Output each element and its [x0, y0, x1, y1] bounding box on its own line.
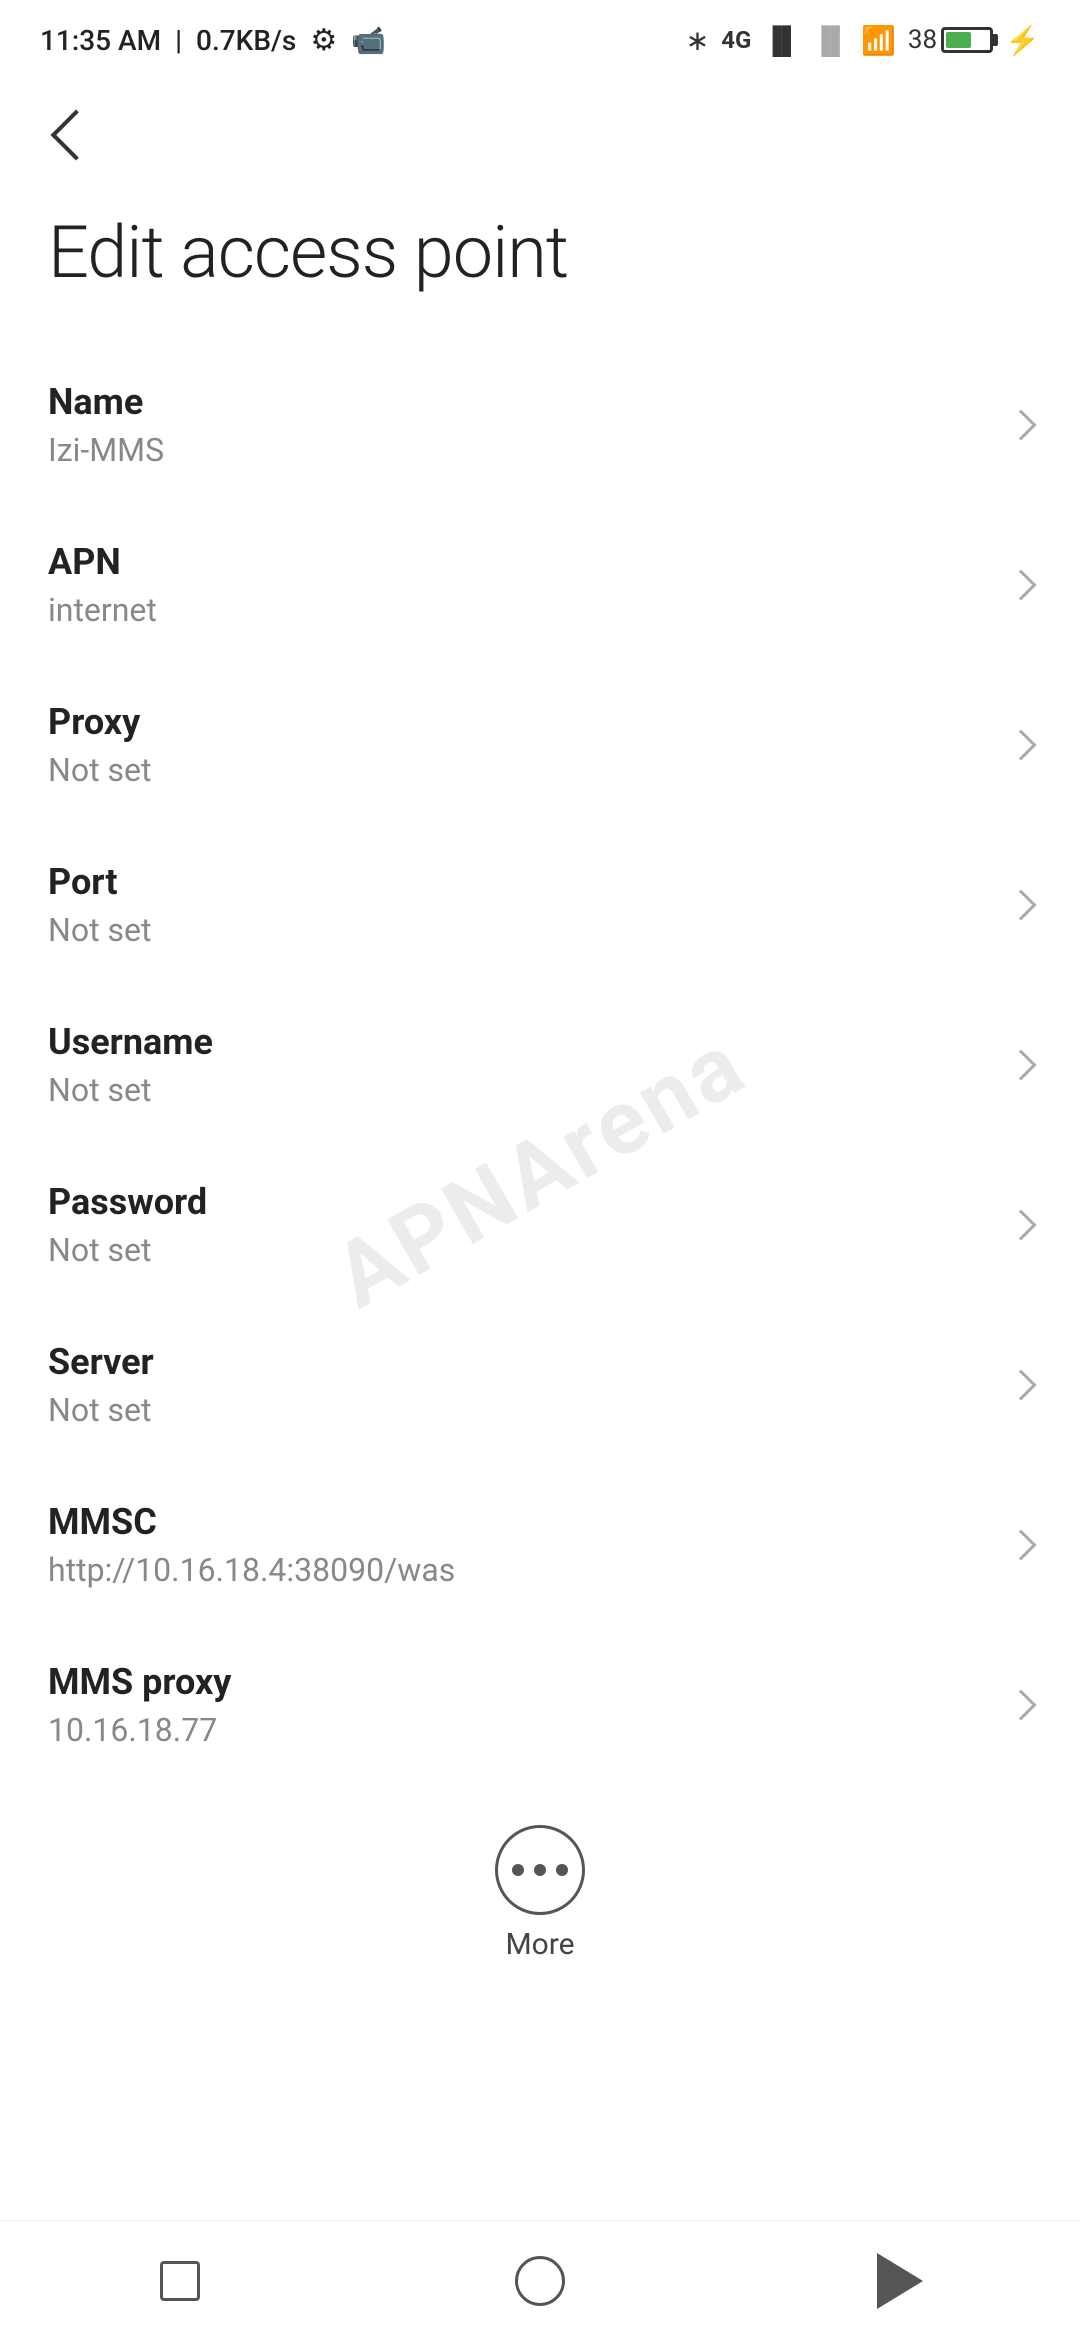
- top-nav: [0, 80, 1080, 190]
- page-title-section: Edit access point: [0, 190, 1080, 345]
- status-bar: 11:35 AM | 0.7KB/s ⚙ 📹 ∗ 4G ▐▌ ▐▌ 📶 38 ⚡: [0, 0, 1080, 80]
- status-left: 11:35 AM | 0.7KB/s ⚙ 📹: [40, 23, 386, 58]
- settings-item-content-username: Username Not set: [48, 1021, 213, 1109]
- settings-value-proxy: Not set: [48, 751, 151, 789]
- settings-item-content-port: Port Not set: [48, 861, 151, 949]
- settings-item-content-mms-proxy: MMS proxy 10.16.18.77: [48, 1661, 231, 1749]
- status-right: ∗ 4G ▐▌ ▐▌ 📶 38 ⚡: [686, 24, 1040, 57]
- separator: |: [175, 24, 182, 57]
- settings-icon: ⚙: [310, 23, 337, 58]
- settings-label-mmsc: MMSC: [48, 1501, 455, 1543]
- settings-label-apn: APN: [48, 541, 157, 583]
- chevron-right-icon-server: [1005, 1369, 1036, 1400]
- bluetooth-icon: ∗: [686, 24, 709, 57]
- settings-item-content-password: Password Not set: [48, 1181, 207, 1269]
- settings-item-content-mmsc: MMSC http://10.16.18.4:38090/was: [48, 1501, 455, 1589]
- settings-label-name: Name: [48, 381, 164, 423]
- settings-label-username: Username: [48, 1021, 213, 1063]
- settings-item-port[interactable]: Port Not set: [0, 825, 1080, 985]
- settings-item-password[interactable]: Password Not set: [0, 1145, 1080, 1305]
- settings-item-mmsc[interactable]: MMSC http://10.16.18.4:38090/was: [0, 1465, 1080, 1625]
- more-dots-icon: [512, 1864, 568, 1876]
- back-button[interactable]: [36, 100, 106, 170]
- chevron-right-icon-mms-proxy: [1005, 1689, 1036, 1720]
- settings-list: Name Izi-MMS APN internet Proxy Not set Port No…: [0, 345, 1080, 1785]
- settings-item-content-server: Server Not set: [48, 1341, 154, 1429]
- nav-home-button[interactable]: [500, 2241, 580, 2321]
- settings-item-content-apn: APN internet: [48, 541, 157, 629]
- back-arrow-icon: [51, 110, 102, 161]
- settings-value-password: Not set: [48, 1231, 207, 1269]
- charging-icon: ⚡: [1005, 24, 1040, 57]
- settings-item-mms-proxy[interactable]: MMS proxy 10.16.18.77: [0, 1625, 1080, 1785]
- bottom-nav: [0, 2220, 1080, 2340]
- settings-item-content-proxy: Proxy Not set: [48, 701, 151, 789]
- chevron-right-icon-password: [1005, 1209, 1036, 1240]
- signal-bars2-icon: ▐▌: [812, 25, 849, 56]
- settings-label-port: Port: [48, 861, 151, 903]
- chevron-right-icon-port: [1005, 889, 1036, 920]
- time: 11:35 AM: [40, 24, 161, 57]
- nav-recent-apps-button[interactable]: [140, 2241, 220, 2321]
- chevron-right-icon-mmsc: [1005, 1529, 1036, 1560]
- signal-4g-icon: 4G: [721, 26, 751, 54]
- page-title: Edit access point: [48, 210, 1032, 295]
- settings-value-mmsc: http://10.16.18.4:38090/was: [48, 1551, 455, 1589]
- wifi-icon: 📶: [861, 24, 896, 57]
- chevron-right-icon-username: [1005, 1049, 1036, 1080]
- back-icon: [877, 2253, 923, 2309]
- battery-indicator: 38: [908, 25, 993, 55]
- home-icon: [515, 2256, 565, 2306]
- settings-value-name: Izi-MMS: [48, 431, 164, 469]
- settings-value-mms-proxy: 10.16.18.77: [48, 1711, 231, 1749]
- settings-label-mms-proxy: MMS proxy: [48, 1661, 231, 1703]
- settings-item-proxy[interactable]: Proxy Not set: [0, 665, 1080, 825]
- chevron-right-icon-name: [1005, 409, 1036, 440]
- settings-item-content-name: Name Izi-MMS: [48, 381, 164, 469]
- settings-item-apn[interactable]: APN internet: [0, 505, 1080, 665]
- settings-value-server: Not set: [48, 1391, 154, 1429]
- settings-label-server: Server: [48, 1341, 154, 1383]
- settings-label-proxy: Proxy: [48, 701, 151, 743]
- more-label: More: [505, 1927, 574, 1962]
- nav-back-button[interactable]: [860, 2241, 940, 2321]
- settings-item-username[interactable]: Username Not set: [0, 985, 1080, 1145]
- settings-value-username: Not set: [48, 1071, 213, 1109]
- network-speed: 0.7KB/s: [196, 24, 296, 57]
- settings-item-server[interactable]: Server Not set: [0, 1305, 1080, 1465]
- signal-bars-icon: ▐▌: [763, 25, 800, 56]
- more-section: More: [0, 1785, 1080, 1992]
- settings-label-password: Password: [48, 1181, 207, 1223]
- camera-icon: 📹: [351, 24, 386, 57]
- settings-value-port: Not set: [48, 911, 151, 949]
- more-button[interactable]: [495, 1825, 585, 1915]
- settings-value-apn: internet: [48, 591, 157, 629]
- chevron-right-icon-proxy: [1005, 729, 1036, 760]
- recent-apps-icon: [160, 2261, 200, 2301]
- settings-item-name[interactable]: Name Izi-MMS: [0, 345, 1080, 505]
- chevron-right-icon-apn: [1005, 569, 1036, 600]
